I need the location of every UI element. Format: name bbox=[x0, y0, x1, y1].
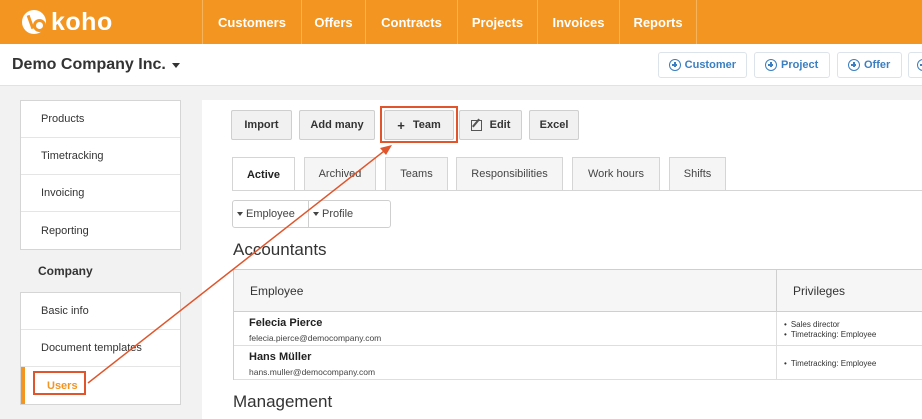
plus-circle-icon bbox=[669, 59, 681, 71]
tab-archived[interactable]: Archived bbox=[304, 157, 376, 190]
plus-circle-icon bbox=[765, 59, 777, 71]
privileges-list: Sales director Timetracking: Employee bbox=[784, 320, 877, 340]
nav-invoices[interactable]: Invoices bbox=[537, 0, 619, 44]
tab-responsibilities[interactable]: Responsibilities bbox=[456, 157, 563, 190]
top-bar: koho Customers Offers Contracts Projects… bbox=[0, 0, 922, 44]
more-quick-button[interactable] bbox=[908, 52, 922, 78]
profile-filter-label: Profile bbox=[322, 208, 354, 220]
privilege-item: Timetracking: Employee bbox=[784, 359, 877, 369]
tab-shifts[interactable]: Shifts bbox=[669, 157, 726, 190]
employee-filter[interactable]: Employee bbox=[233, 201, 308, 227]
annotation-team-highlight bbox=[380, 106, 458, 143]
sidebar-item-invoicing[interactable]: Invoicing bbox=[21, 175, 180, 212]
column-header-employee[interactable]: Employee bbox=[250, 270, 303, 311]
table-row[interactable]: Felecia Pierce felecia.pierce@democompan… bbox=[234, 312, 922, 346]
sidebar-item-timetracking[interactable]: Timetracking bbox=[21, 138, 180, 175]
section-title-management: Management bbox=[233, 392, 333, 411]
column-divider bbox=[776, 312, 777, 345]
add-project-label: Project bbox=[781, 59, 819, 71]
excel-button[interactable]: Excel bbox=[529, 110, 579, 140]
section-title-accountants: Accountants bbox=[233, 240, 327, 259]
column-divider bbox=[776, 346, 777, 379]
plus-circle-icon bbox=[848, 59, 860, 71]
filter-bar: Employee Profile bbox=[232, 200, 391, 228]
column-header-privileges[interactable]: Privileges bbox=[776, 270, 922, 311]
annotation-users-highlight bbox=[33, 371, 86, 395]
employee-filter-label: Employee bbox=[246, 208, 295, 220]
tabs-divider bbox=[232, 190, 922, 191]
sidebar-heading-company: Company bbox=[38, 264, 93, 278]
tab-work-hours[interactable]: Work hours bbox=[572, 157, 660, 190]
plus-circle-icon bbox=[917, 59, 922, 71]
profile-filter[interactable]: Profile bbox=[308, 201, 390, 227]
table-row[interactable]: Hans Müller hans.muller@democompany.com … bbox=[234, 346, 922, 380]
add-many-button[interactable]: Add many bbox=[299, 110, 375, 140]
sidebar-item-document-templates[interactable]: Document templates bbox=[21, 330, 180, 367]
add-project-button[interactable]: Project bbox=[754, 52, 830, 78]
employee-name[interactable]: Hans Müller bbox=[249, 351, 311, 363]
tab-active[interactable]: Active bbox=[232, 157, 295, 191]
nav-reports[interactable]: Reports bbox=[619, 0, 697, 44]
logo-text: koho bbox=[51, 7, 113, 36]
add-offer-button[interactable]: Offer bbox=[837, 52, 902, 78]
employee-name[interactable]: Felecia Pierce bbox=[249, 317, 322, 329]
add-customer-button[interactable]: Customer bbox=[658, 52, 747, 78]
privilege-item: Timetracking: Employee bbox=[784, 330, 877, 340]
employee-email: felecia.pierce@democompany.com bbox=[249, 333, 382, 343]
caret-down-icon bbox=[171, 62, 180, 68]
pencil-icon bbox=[470, 119, 482, 131]
nav-customers[interactable]: Customers bbox=[202, 0, 301, 44]
edit-label: Edit bbox=[489, 119, 511, 131]
caret-down-icon bbox=[313, 212, 319, 216]
sidebar-item-products[interactable]: Products bbox=[21, 101, 180, 138]
caret-down-icon bbox=[237, 212, 243, 216]
add-customer-label: Customer bbox=[684, 59, 736, 71]
accountants-table: Employee Privileges Felecia Pierce felec… bbox=[233, 269, 922, 380]
company-name: Demo Company Inc. bbox=[12, 56, 166, 73]
main-nav: Customers Offers Contracts Projects Invo… bbox=[202, 0, 697, 44]
sidebar-item-reporting[interactable]: Reporting bbox=[21, 212, 180, 249]
nav-offers[interactable]: Offers bbox=[301, 0, 365, 44]
table-header: Employee Privileges bbox=[234, 270, 922, 312]
employee-email: hans.muller@democompany.com bbox=[249, 367, 376, 377]
company-bar: Demo Company Inc. Customer Project Offer bbox=[0, 44, 922, 86]
nav-projects[interactable]: Projects bbox=[457, 0, 537, 44]
import-button[interactable]: Import bbox=[231, 110, 292, 140]
edit-button[interactable]: Edit bbox=[459, 110, 522, 140]
privileges-list: Timetracking: Employee bbox=[784, 359, 877, 369]
koho-logo[interactable]: koho bbox=[22, 7, 113, 36]
privilege-item: Sales director bbox=[784, 320, 876, 330]
add-offer-label: Offer bbox=[864, 59, 891, 71]
sidebar-settings-group: Products Timetracking Invoicing Reportin… bbox=[20, 100, 181, 250]
nav-contracts[interactable]: Contracts bbox=[365, 0, 457, 44]
company-selector[interactable]: Demo Company Inc. bbox=[12, 56, 180, 74]
sidebar-item-basic-info[interactable]: Basic info bbox=[21, 293, 180, 330]
tab-teams[interactable]: Teams bbox=[385, 157, 448, 190]
koho-logo-icon bbox=[22, 10, 46, 34]
